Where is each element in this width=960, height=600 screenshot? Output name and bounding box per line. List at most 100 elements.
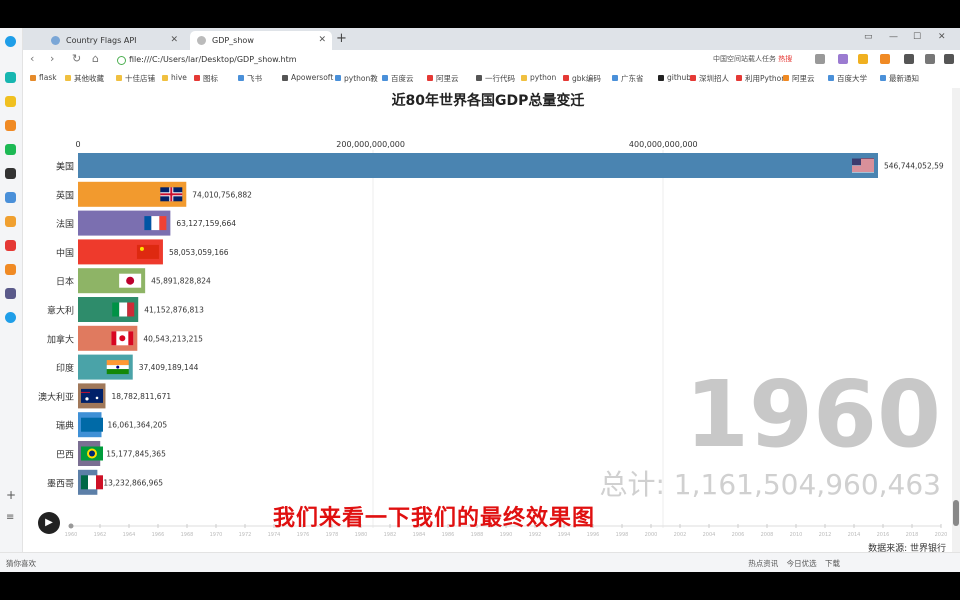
timeline-year-label: 1990 bbox=[500, 532, 513, 538]
bookmark[interactable]: 阿里云 bbox=[783, 73, 815, 84]
tab-gdp-show[interactable]: GDP_show ✕ bbox=[190, 31, 332, 50]
sidebar-app-icon[interactable] bbox=[5, 264, 16, 275]
timeline-year-label: 1992 bbox=[529, 532, 542, 538]
timeline-year-label: 2014 bbox=[848, 532, 861, 538]
scrollbar-thumb[interactable] bbox=[953, 500, 959, 526]
bookmark[interactable]: 百度云 bbox=[382, 73, 414, 84]
bookmark[interactable]: hive bbox=[162, 73, 187, 82]
timeline-year-label: 1988 bbox=[471, 532, 484, 538]
sidebar-app-icon[interactable] bbox=[5, 144, 16, 155]
menu-icon[interactable] bbox=[944, 54, 954, 64]
close-tab-icon[interactable]: ✕ bbox=[318, 31, 326, 50]
site-info-icon bbox=[117, 56, 126, 65]
menu-icon[interactable]: ≡ bbox=[6, 512, 14, 523]
bookmark[interactable]: gbk编码 bbox=[563, 73, 601, 84]
close-tab-icon[interactable]: ✕ bbox=[170, 31, 178, 50]
browser-window: Country Flags API ✕ GDP_show ✕ + ▭ — ☐ ✕… bbox=[0, 28, 960, 572]
bookmark[interactable]: 阿里云 bbox=[427, 73, 459, 84]
x-tick-label: 400,000,000,000 bbox=[629, 140, 698, 149]
timeline-year-label: 1982 bbox=[384, 532, 397, 538]
bar-value-label: 13,232,866,965 bbox=[103, 478, 163, 487]
bookmark[interactable]: 利用Python bbox=[736, 73, 786, 84]
extension-icon[interactable] bbox=[838, 54, 848, 64]
flag-us-icon bbox=[852, 158, 874, 173]
timeline-year-label: 2006 bbox=[732, 532, 745, 538]
game-icon[interactable] bbox=[880, 54, 890, 64]
flag-au-icon bbox=[81, 388, 103, 403]
timeline-year-label: 1996 bbox=[587, 532, 600, 538]
bookmark[interactable]: github bbox=[658, 73, 691, 82]
sidebar-app-icon[interactable] bbox=[5, 72, 16, 83]
bar-value-label: 58,053,059,166 bbox=[169, 248, 229, 257]
bookmark[interactable]: python bbox=[521, 73, 556, 82]
sidebar-app-icon[interactable] bbox=[5, 240, 16, 251]
flag-it-icon bbox=[112, 302, 135, 317]
bookmark[interactable]: 深圳招人 bbox=[690, 73, 729, 84]
status-left[interactable]: 猜你喜欢 bbox=[6, 558, 36, 569]
bar-value-label: 40,543,213,215 bbox=[143, 334, 203, 343]
maximize-button[interactable]: ☐ bbox=[913, 32, 921, 42]
bookmark[interactable]: 十佳店铺 bbox=[116, 73, 155, 84]
year-watermark: 1960 bbox=[685, 361, 941, 468]
scissors-icon[interactable] bbox=[815, 54, 825, 64]
scrollbar[interactable] bbox=[952, 88, 960, 552]
bookmark[interactable]: flask bbox=[30, 73, 57, 82]
timeline-handle[interactable] bbox=[68, 523, 74, 529]
play-button[interactable]: ▶ bbox=[38, 512, 60, 534]
url-field[interactable]: file:///C:/Users/lar/Desktop/GDP_show.ht… bbox=[117, 52, 704, 67]
timeline-year-label: 2018 bbox=[906, 532, 919, 538]
address-bar: ‹ › ↻ ⌂ file:///C:/Users/lar/Desktop/GDP… bbox=[0, 50, 960, 71]
sidebar-app-icon[interactable] bbox=[5, 168, 16, 179]
home-icon[interactable]: ⌂ bbox=[92, 52, 99, 65]
search-box[interactable]: 中国空间站载人任务 热搜 bbox=[700, 52, 818, 67]
timeline-year-label: 1976 bbox=[297, 532, 310, 538]
timeline-year-label: 1970 bbox=[210, 532, 223, 538]
minimize-button[interactable]: — bbox=[889, 32, 898, 42]
undo-icon[interactable] bbox=[925, 54, 935, 64]
pin-icon[interactable]: ▭ bbox=[864, 32, 873, 42]
bookmark[interactable]: 广东省 bbox=[612, 73, 644, 84]
screenshot-icon[interactable] bbox=[904, 54, 914, 64]
timeline-year-label: 2000 bbox=[645, 532, 658, 538]
bar-value-label: 15,177,845,365 bbox=[106, 450, 166, 459]
bar-category-label: 墨西哥 bbox=[47, 478, 74, 489]
bar-value-label: 74,010,756,882 bbox=[192, 190, 252, 199]
data-source: 数据来源: 世界银行 bbox=[868, 544, 946, 552]
bar-category-label: 印度 bbox=[56, 362, 74, 374]
timeline-year-label: 2010 bbox=[790, 532, 803, 538]
add-icon[interactable]: + bbox=[6, 488, 16, 502]
status-right[interactable]: 热点资讯 今日优选 下载 bbox=[748, 558, 840, 569]
bookmarks-bar: flask 其他收藏 十佳店铺 hive 图标 飞书 Apowersoft py… bbox=[0, 70, 960, 89]
bar-value-label: 41,152,876,813 bbox=[144, 306, 204, 315]
timeline-year-label: 1966 bbox=[152, 532, 165, 538]
timeline-year-label: 2008 bbox=[761, 532, 774, 538]
forward-icon[interactable]: › bbox=[50, 52, 54, 65]
timeline-year-label: 2004 bbox=[703, 532, 716, 538]
timeline-year-label: 1978 bbox=[326, 532, 339, 538]
bar-value-label: 37,409,189,144 bbox=[139, 363, 199, 372]
bookmark[interactable]: 百度大学 bbox=[828, 73, 867, 84]
sidebar-app-icon[interactable] bbox=[5, 216, 16, 227]
close-window-button[interactable]: ✕ bbox=[938, 32, 946, 42]
bookmark[interactable]: python教 bbox=[335, 73, 378, 84]
sidebar-app-icon[interactable] bbox=[5, 120, 16, 131]
flag-jp-icon bbox=[119, 273, 142, 288]
bookmark[interactable]: 飞书 bbox=[238, 73, 262, 84]
bookmark[interactable]: Apowersoft bbox=[282, 73, 333, 82]
back-icon[interactable]: ‹ bbox=[30, 52, 34, 65]
new-tab-button[interactable]: + bbox=[336, 31, 347, 46]
globe-icon bbox=[51, 36, 60, 45]
shield-icon[interactable] bbox=[858, 54, 868, 64]
bookmark[interactable]: 其他收藏 bbox=[65, 73, 104, 84]
bookmark[interactable]: 一行代码 bbox=[476, 73, 515, 84]
timeline-year-label: 1974 bbox=[268, 532, 281, 538]
favorites-icon[interactable] bbox=[5, 96, 16, 107]
tab-country-flags[interactable]: Country Flags API ✕ bbox=[44, 31, 184, 50]
sidebar-app-icon[interactable] bbox=[5, 312, 16, 323]
status-bar: 猜你喜欢 热点资讯 今日优选 下载 bbox=[0, 552, 960, 572]
sidebar-app-icon[interactable] bbox=[5, 192, 16, 203]
sidebar-app-icon[interactable] bbox=[5, 288, 16, 299]
refresh-icon[interactable]: ↻ bbox=[72, 52, 81, 65]
bookmark[interactable]: 最新通知 bbox=[880, 73, 919, 84]
bookmark[interactable]: 图标 bbox=[194, 73, 218, 84]
